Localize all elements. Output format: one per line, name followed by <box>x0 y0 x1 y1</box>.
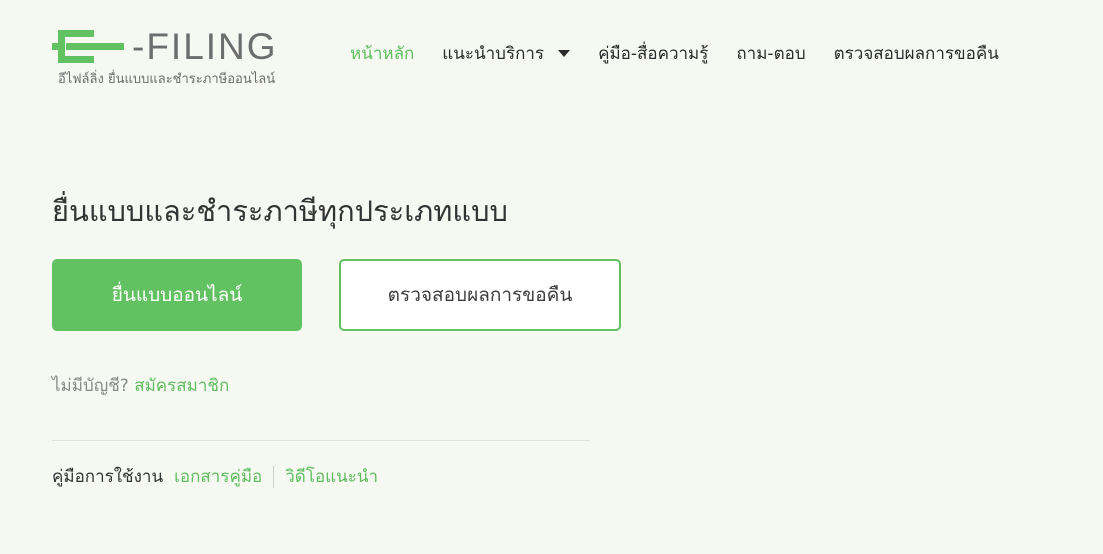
main-nav: หน้าหลัก แนะนำบริการ คู่มือ-สื่อความรู้ … <box>350 40 999 66</box>
link-separator <box>273 465 275 488</box>
nav-item-home[interactable]: หน้าหลัก <box>350 40 414 67</box>
video-link[interactable]: วิดีโอแนะนำ <box>285 463 378 490</box>
file-online-button[interactable]: ยื่นแบบออนไลน์ <box>52 259 302 331</box>
e-letter-logo-icon <box>52 30 124 63</box>
manual-links: คู่มือการใช้งาน เอกสารคู่มือ วิดีโอแนะนำ <box>52 463 378 490</box>
nav-item-label: แนะนำบริการ <box>442 43 545 64</box>
nav-item-services[interactable]: แนะนำบริการ <box>442 40 571 67</box>
nav-item-label: หน้าหลัก <box>350 43 415 64</box>
docs-link[interactable]: เอกสารคู่มือ <box>174 463 262 490</box>
nav-item-faq[interactable]: ถาม-ตอบ <box>736 40 805 67</box>
signup-prompt: ไม่มีบัญชี? <box>52 376 129 396</box>
nav-item-label: คู่มือ-สื่อความรู้ <box>598 43 709 64</box>
divider <box>52 440 590 441</box>
site-logo[interactable]: -FILING อีไฟล์ลิ่ง ยื่นแบบและชำระภาษีออน… <box>52 28 302 88</box>
signup-line: ไม่มีบัญชี? สมัครสมาชิก <box>52 372 229 399</box>
nav-item-manuals[interactable]: คู่มือ-สื่อความรู้ <box>598 40 708 67</box>
nav-item-label: ถาม-ตอบ <box>736 43 806 64</box>
caret-down-icon <box>558 49 571 57</box>
manual-label: คู่มือการใช้งาน <box>52 467 164 487</box>
nav-item-refund-status[interactable]: ตรวจสอบผลการขอคืน <box>834 40 999 67</box>
page: -FILING อีไฟล์ลิ่ง ยื่นแบบและชำระภาษีออน… <box>0 0 1103 554</box>
nav-item-label: ตรวจสอบผลการขอคืน <box>833 43 999 64</box>
logo-title: -FILING <box>132 26 278 67</box>
page-headline: ยื่นแบบและชำระภาษีทุกประเภทแบบ <box>52 194 508 228</box>
signup-link[interactable]: สมัครสมาชิก <box>134 376 229 396</box>
logo-subtitle: อีไฟล์ลิ่ง ยื่นแบบและชำระภาษีออนไลน์ <box>58 72 276 87</box>
check-refund-button[interactable]: ตรวจสอบผลการขอคืน <box>339 259 621 331</box>
